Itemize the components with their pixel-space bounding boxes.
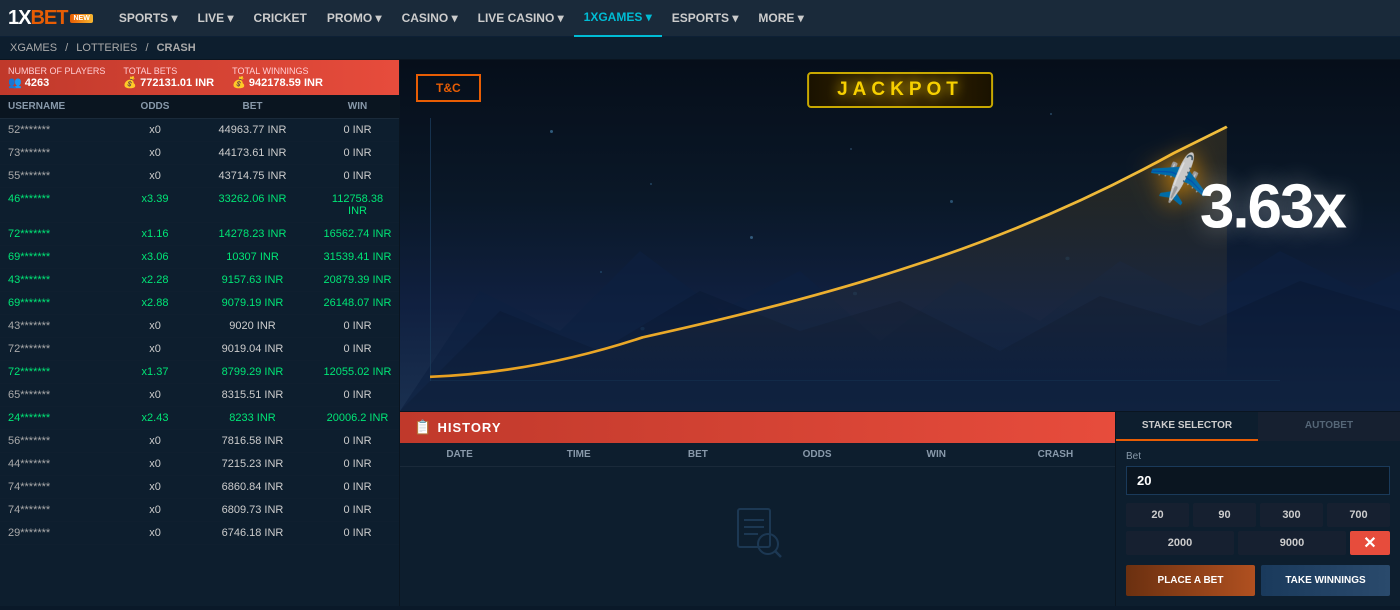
nav-item-esports[interactable]: ESPORTS ▾ <box>662 0 749 37</box>
table-row: 29******* x0 6746.18 INR 0 INR <box>0 522 399 545</box>
bet-label: Bet <box>1126 451 1390 462</box>
nav-item-1xgames[interactable]: 1XGAMES ▾ <box>574 0 662 37</box>
table-row: 74******* x0 6860.84 INR 0 INR <box>0 476 399 499</box>
table-row: 72******* x0 9019.04 INR 0 INR <box>0 338 399 361</box>
history-title: HISTORY <box>437 420 501 435</box>
table-row: 69******* x2.88 9079.19 INR 26148.07 INR <box>0 292 399 315</box>
nav-item-live[interactable]: LIVE ▾ <box>188 0 244 37</box>
stake-tabs: STAKE SELECTOR AUTOBET <box>1116 412 1400 441</box>
nav-item-cricket[interactable]: CRICKET <box>244 0 317 37</box>
breadcrumb-lotteries[interactable]: LOTTERIES <box>76 42 137 54</box>
hcol-crash: CRASH <box>996 443 1115 466</box>
take-winnings-button[interactable]: TAKE WINNINGS <box>1261 565 1390 596</box>
stat-bets-label: Total bets <box>123 66 214 76</box>
table-body: 52******* x0 44963.77 INR 0 INR 73******… <box>0 119 399 606</box>
stat-bets-value: 💰 772131.01 INR <box>123 76 214 89</box>
col-bet: BET <box>190 95 315 118</box>
quick-btn-2000[interactable]: 2000 <box>1126 531 1234 555</box>
hcol-win: WIN <box>877 443 996 466</box>
table-row: 72******* x1.16 14278.23 INR 16562.74 IN… <box>0 223 399 246</box>
table-row: 43******* x0 9020 INR 0 INR <box>0 315 399 338</box>
nav-item-casino[interactable]: CASINO ▾ <box>392 0 468 37</box>
breadcrumb: XGAMES / LOTTERIES / CRASH <box>0 37 1400 60</box>
logo[interactable]: 1XBET NEW <box>8 7 93 30</box>
table-row: 55******* x0 43714.75 INR 0 INR <box>0 165 399 188</box>
history-header: 📋 HISTORY <box>400 412 1115 443</box>
multiplier-display: 3.63x <box>1200 172 1345 243</box>
stake-panel: STAKE SELECTOR AUTOBET Bet 20 90 300 700 <box>1115 411 1400 606</box>
history-panel: 📋 HISTORY DATE TIME BET ODDS WIN CRASH <box>400 411 1115 606</box>
history-empty <box>400 467 1115 606</box>
quick-btns-row1: 20 90 300 700 <box>1126 503 1390 527</box>
stake-selector-tab[interactable]: STAKE SELECTOR <box>1116 412 1258 441</box>
game-area: JACKPOT T&C <box>400 60 1400 411</box>
hcol-date: DATE <box>400 443 519 466</box>
table-row: 44******* x0 7215.23 INR 0 INR <box>0 453 399 476</box>
table-header: USERNAME ODDS BET WIN <box>0 95 399 119</box>
hcol-bet: BET <box>638 443 757 466</box>
table-row: 24******* x2.43 8233 INR 20006.2 INR <box>0 407 399 430</box>
table-row: 56******* x0 7816.58 INR 0 INR <box>0 430 399 453</box>
hcol-time: TIME <box>519 443 638 466</box>
main-nav: 1XBET NEW SPORTS ▾ LIVE ▾ CRICKET PROMO … <box>0 0 1400 37</box>
bottom-row: 📋 HISTORY DATE TIME BET ODDS WIN CRASH <box>400 411 1400 606</box>
col-odds: ODDS <box>120 95 190 118</box>
stats-bar: Number of players 👥 4263 Total bets 💰 77… <box>0 60 399 95</box>
table-row: 74******* x0 6809.73 INR 0 INR <box>0 499 399 522</box>
hcol-odds: ODDS <box>757 443 876 466</box>
quick-btn-20[interactable]: 20 <box>1126 503 1189 527</box>
table-row: 65******* x0 8315.51 INR 0 INR <box>0 384 399 407</box>
right-area: JACKPOT T&C <box>400 60 1400 606</box>
table-row: 46******* x3.39 33262.06 INR 112758.38 I… <box>0 188 399 223</box>
quick-btn-90[interactable]: 90 <box>1193 503 1256 527</box>
quick-btn-300[interactable]: 300 <box>1260 503 1323 527</box>
new-badge: NEW <box>70 14 92 23</box>
breadcrumb-xgames[interactable]: XGAMES <box>10 42 57 54</box>
stat-players: Number of players 👥 4263 <box>8 66 105 89</box>
table-row: 73******* x0 44173.61 INR 0 INR <box>0 142 399 165</box>
nav-item-promo[interactable]: PROMO ▾ <box>317 0 392 37</box>
table-row: 69******* x3.06 10307 INR 31539.41 INR <box>0 246 399 269</box>
bet-input[interactable] <box>1126 466 1390 495</box>
breadcrumb-crash: CRASH <box>157 42 196 54</box>
stat-total-winnings: Total winnings 💰 942178.59 INR <box>232 66 323 89</box>
quick-btn-700[interactable]: 700 <box>1327 503 1390 527</box>
table-row: 43******* x2.28 9157.63 INR 20879.39 INR <box>0 269 399 292</box>
history-icon: 📋 <box>414 419 431 436</box>
history-columns: DATE TIME BET ODDS WIN CRASH <box>400 443 1115 467</box>
stat-winnings-value: 💰 942178.59 INR <box>232 76 323 89</box>
action-buttons: PLACE A BET TAKE WINNINGS <box>1126 565 1390 596</box>
nav-item-sports[interactable]: SPORTS ▾ <box>109 0 188 37</box>
crash-graph <box>430 118 1280 381</box>
nav-item-live-casino[interactable]: LIVE CASINO ▾ <box>468 0 574 37</box>
empty-icon <box>730 504 785 570</box>
stake-body: Bet 20 90 300 700 2000 9000 ✕ <box>1116 441 1400 606</box>
col-username: USERNAME <box>0 95 120 118</box>
stat-winnings-label: Total winnings <box>232 66 323 76</box>
nav-item-more[interactable]: MORE ▾ <box>748 0 813 37</box>
quick-btns-row2: 2000 9000 ✕ <box>1126 531 1390 555</box>
clear-btn[interactable]: ✕ <box>1350 531 1390 555</box>
place-bet-button[interactable]: PLACE A BET <box>1126 565 1255 596</box>
jackpot-label: JACKPOT <box>837 79 963 100</box>
table-row: 72******* x1.37 8799.29 INR 12055.02 INR <box>0 361 399 384</box>
left-panel: Number of players 👥 4263 Total bets 💰 77… <box>0 60 400 606</box>
quick-btn-9000[interactable]: 9000 <box>1238 531 1346 555</box>
table-row: 52******* x0 44963.77 INR 0 INR <box>0 119 399 142</box>
stat-players-value: 👥 4263 <box>8 76 105 89</box>
jackpot-banner: JACKPOT <box>807 72 993 108</box>
stat-players-label: Number of players <box>8 66 105 76</box>
stat-total-bets: Total bets 💰 772131.01 INR <box>123 66 214 89</box>
autobet-tab[interactable]: AUTOBET <box>1258 412 1400 441</box>
col-win: WIN <box>315 95 400 118</box>
tc-button[interactable]: T&C <box>416 74 481 102</box>
